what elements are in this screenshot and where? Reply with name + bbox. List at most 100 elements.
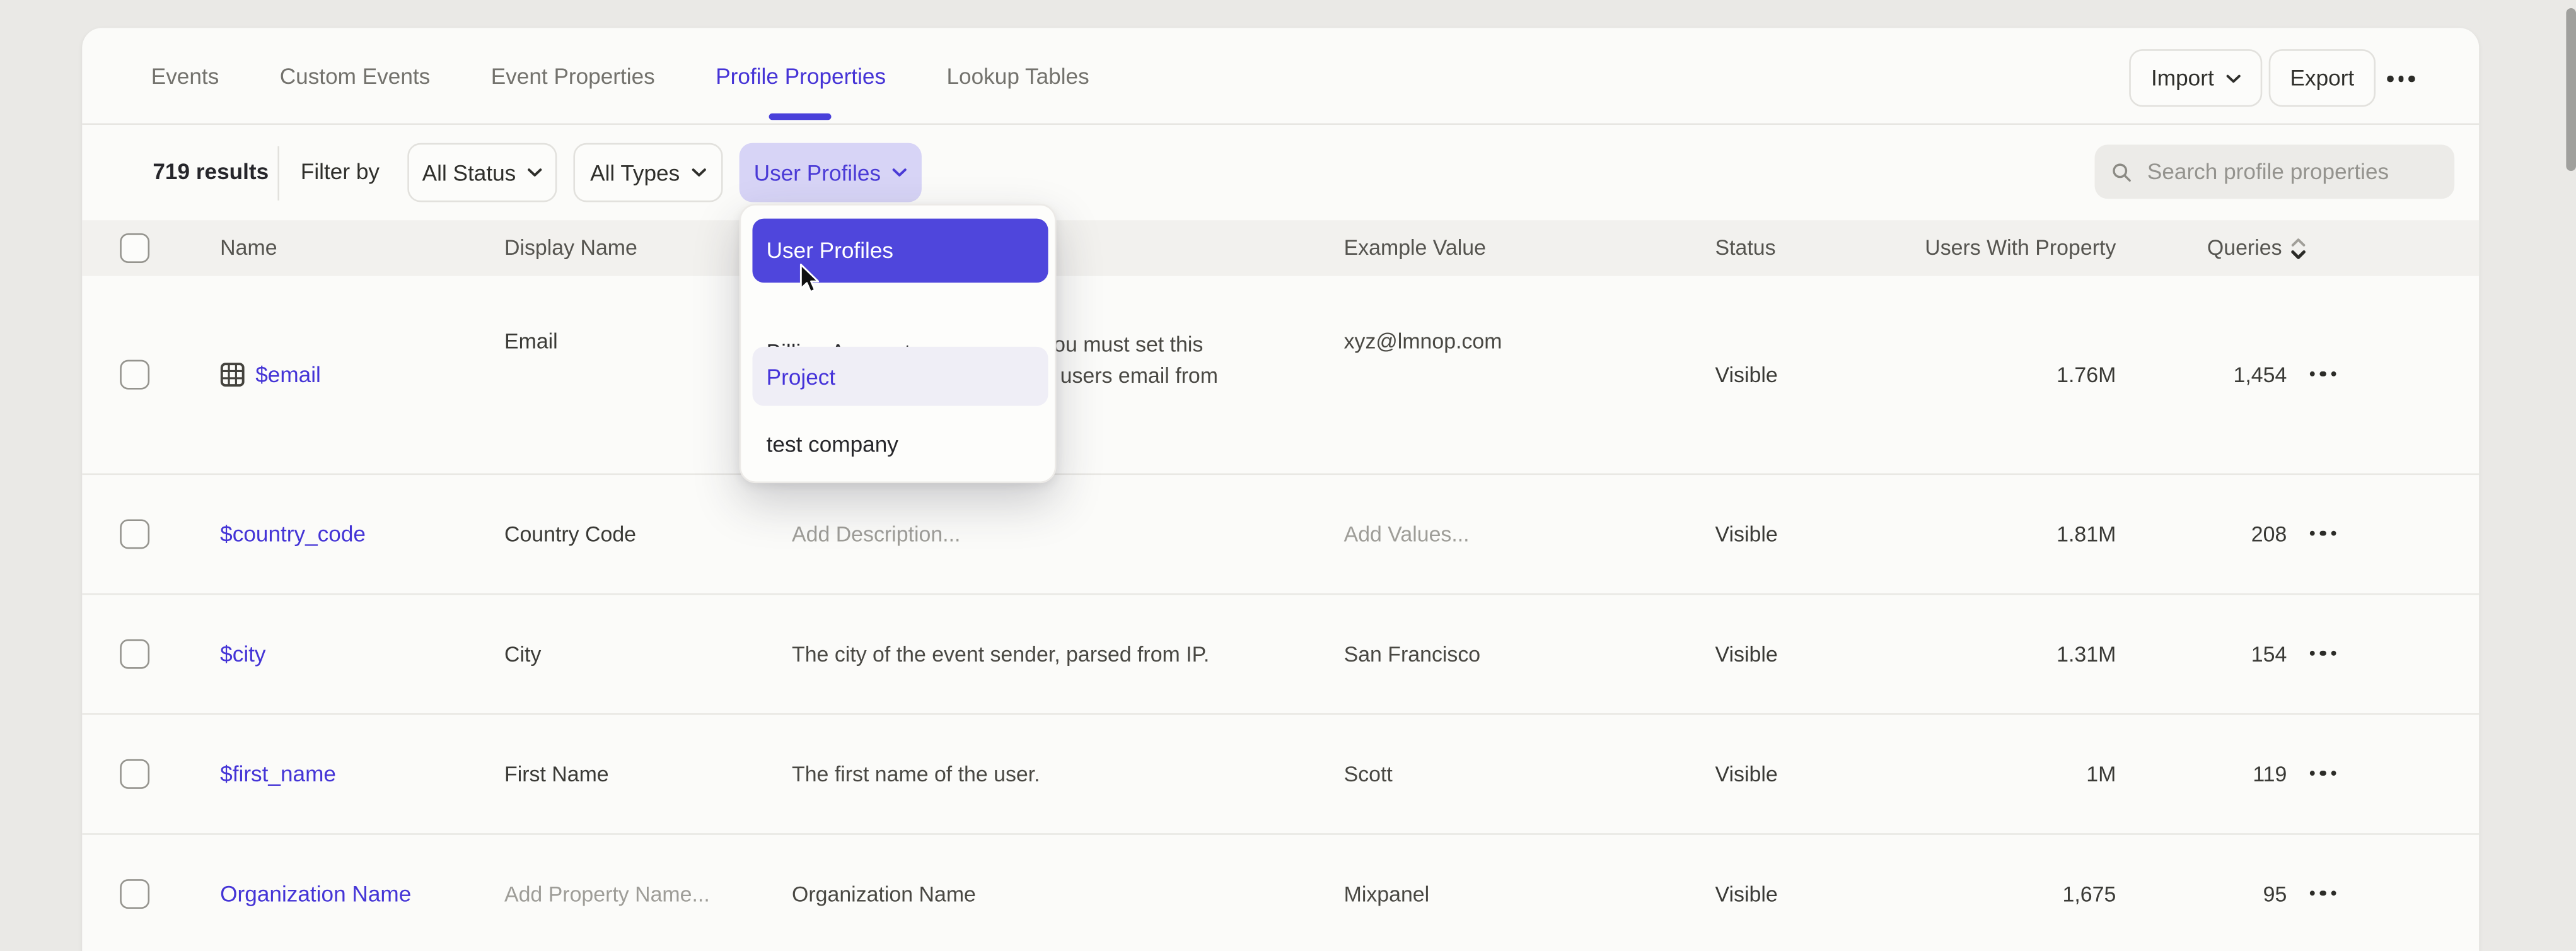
column-header-display-name: Display Name	[504, 235, 637, 260]
column-header-queries-label: Queries	[2207, 235, 2282, 260]
dropdown-item-project[interactable]: Project	[751, 347, 1047, 406]
description-cell: The first name of the user.	[792, 759, 1252, 790]
property-name-label: $first_name	[220, 762, 336, 786]
import-button-label: Import	[2151, 66, 2214, 90]
row-menu-button[interactable]	[2309, 890, 2336, 896]
more-options-button[interactable]	[2387, 74, 2415, 84]
dropdown-item-test-company[interactable]: test company	[751, 416, 1047, 472]
table-grid-icon	[220, 363, 245, 387]
description-cell: Organization Name	[792, 878, 1252, 910]
filter-toolbar: 719 results Filter by All Status All Typ…	[82, 125, 2479, 220]
example-value-cell: San Francisco	[1344, 642, 1697, 667]
dropdown-item-user-profiles[interactable]: User Profiles	[751, 218, 1047, 282]
type-filter-button[interactable]: All Types	[573, 143, 722, 202]
description-cell[interactable]: Add Description...	[792, 518, 1252, 550]
chevron-down-icon	[2225, 73, 2240, 83]
mouse-cursor	[798, 263, 821, 304]
example-value-cell: Scott	[1344, 762, 1697, 786]
row-menu-button[interactable]	[2309, 651, 2336, 656]
queries-cell: 154	[2251, 642, 2287, 667]
queries-cell: 119	[2253, 762, 2287, 786]
column-header-status: Status	[1715, 235, 1776, 260]
status-cell: Visible	[1715, 522, 1778, 546]
column-header-users-with-property: Users With Property	[1925, 235, 2116, 260]
display-name-cell: Email	[504, 329, 558, 353]
property-name-link[interactable]: $email	[220, 363, 321, 387]
tab-custom-events[interactable]: Custom Events	[280, 28, 431, 123]
table-header: Name Display Name Example Value Status U…	[82, 220, 2479, 276]
tab-events[interactable]: Events	[151, 28, 219, 123]
property-name-label: $email	[255, 363, 321, 387]
example-value-cell: xyz@lmnop.com	[1344, 329, 1697, 353]
users-with-property-cell: 1,675	[2063, 882, 2116, 906]
status-cell: Visible	[1715, 642, 1778, 667]
table-row: $city City The city of the event sender,…	[82, 595, 2479, 715]
profile-type-filter-button[interactable]: User Profiles	[740, 143, 922, 202]
table-row: $email Email The user's email address. Y…	[82, 276, 2479, 475]
queries-cell: 208	[2251, 522, 2287, 546]
status-cell: Visible	[1715, 762, 1778, 786]
tab-lookup-tables[interactable]: Lookup Tables	[946, 28, 1089, 123]
row-checkbox[interactable]	[120, 879, 149, 909]
search-box	[2094, 144, 2454, 199]
property-name-link[interactable]: $city	[220, 642, 265, 667]
row-checkbox[interactable]	[120, 639, 149, 669]
example-value-cell: Mixpanel	[1344, 882, 1697, 906]
row-menu-button[interactable]	[2309, 771, 2336, 776]
users-with-property-cell: 1M	[2086, 762, 2116, 786]
export-button-label: Export	[2290, 66, 2355, 90]
filter-by-label: Filter by	[301, 160, 380, 184]
status-cell: Visible	[1715, 882, 1778, 906]
active-tab-underline	[770, 114, 832, 120]
chevron-down-icon	[892, 168, 907, 178]
vertical-scrollbar[interactable]	[2566, 8, 2575, 171]
table-row: Organization Name Add Property Name... O…	[82, 835, 2479, 951]
display-name-cell: City	[504, 642, 541, 667]
example-value-cell[interactable]: Add Values...	[1344, 522, 1697, 546]
column-header-name: Name	[220, 235, 277, 260]
results-count: 719 results	[153, 160, 269, 184]
search-icon	[2111, 158, 2133, 185]
profile-type-filter-label: User Profiles	[754, 160, 881, 185]
row-menu-button[interactable]	[2309, 531, 2336, 537]
tab-profile-properties[interactable]: Profile Properties	[716, 28, 886, 123]
property-name-link[interactable]: $country_code	[220, 522, 366, 546]
profile-properties-panel: Events Custom Events Event Properties Pr…	[82, 28, 2479, 951]
row-checkbox[interactable]	[120, 519, 149, 549]
profile-properties-screen: Events Custom Events Event Properties Pr…	[0, 0, 2576, 951]
search-input[interactable]	[2147, 160, 2438, 184]
row-checkbox[interactable]	[120, 759, 149, 789]
row-checkbox[interactable]	[120, 360, 149, 390]
chevron-down-icon	[528, 168, 542, 178]
property-name-label: $country_code	[220, 522, 366, 546]
column-header-queries[interactable]: Queries	[2207, 235, 2307, 262]
row-menu-button[interactable]	[2309, 371, 2336, 377]
queries-cell: 1,454	[2234, 363, 2287, 387]
export-button[interactable]: Export	[2269, 49, 2376, 107]
sort-icon	[2290, 236, 2307, 261]
users-with-property-cell: 1.81M	[2057, 522, 2116, 546]
queries-cell: 95	[2263, 882, 2287, 906]
display-name-cell: Country Code	[504, 522, 636, 546]
users-with-property-cell: 1.31M	[2057, 642, 2116, 667]
toolbar-divider	[277, 146, 279, 201]
import-button[interactable]: Import	[2129, 49, 2262, 107]
tab-bar: Events Custom Events Event Properties Pr…	[82, 28, 2479, 125]
chevron-down-icon	[691, 168, 705, 178]
tab-event-properties[interactable]: Event Properties	[491, 28, 655, 123]
table-row: $country_code Country Code Add Descripti…	[82, 475, 2479, 595]
display-name-cell: First Name	[504, 762, 609, 786]
status-filter-label: All Status	[422, 160, 516, 185]
display-name-cell[interactable]: Add Property Name...	[504, 882, 710, 906]
tab-profile-properties-label: Profile Properties	[716, 63, 886, 88]
property-name-label: $city	[220, 642, 265, 667]
column-header-example-value: Example Value	[1344, 235, 1486, 260]
property-name-label: Organization Name	[220, 882, 411, 906]
property-name-link[interactable]: $first_name	[220, 762, 336, 786]
property-name-link[interactable]: Organization Name	[220, 882, 411, 906]
select-all-checkbox[interactable]	[120, 233, 149, 263]
status-filter-button[interactable]: All Status	[407, 143, 557, 202]
profile-type-dropdown-menu: User Profiles Billing Account Project te…	[740, 204, 1057, 483]
description-cell: The city of the event sender, parsed fro…	[792, 638, 1252, 670]
status-cell: Visible	[1715, 363, 1778, 387]
